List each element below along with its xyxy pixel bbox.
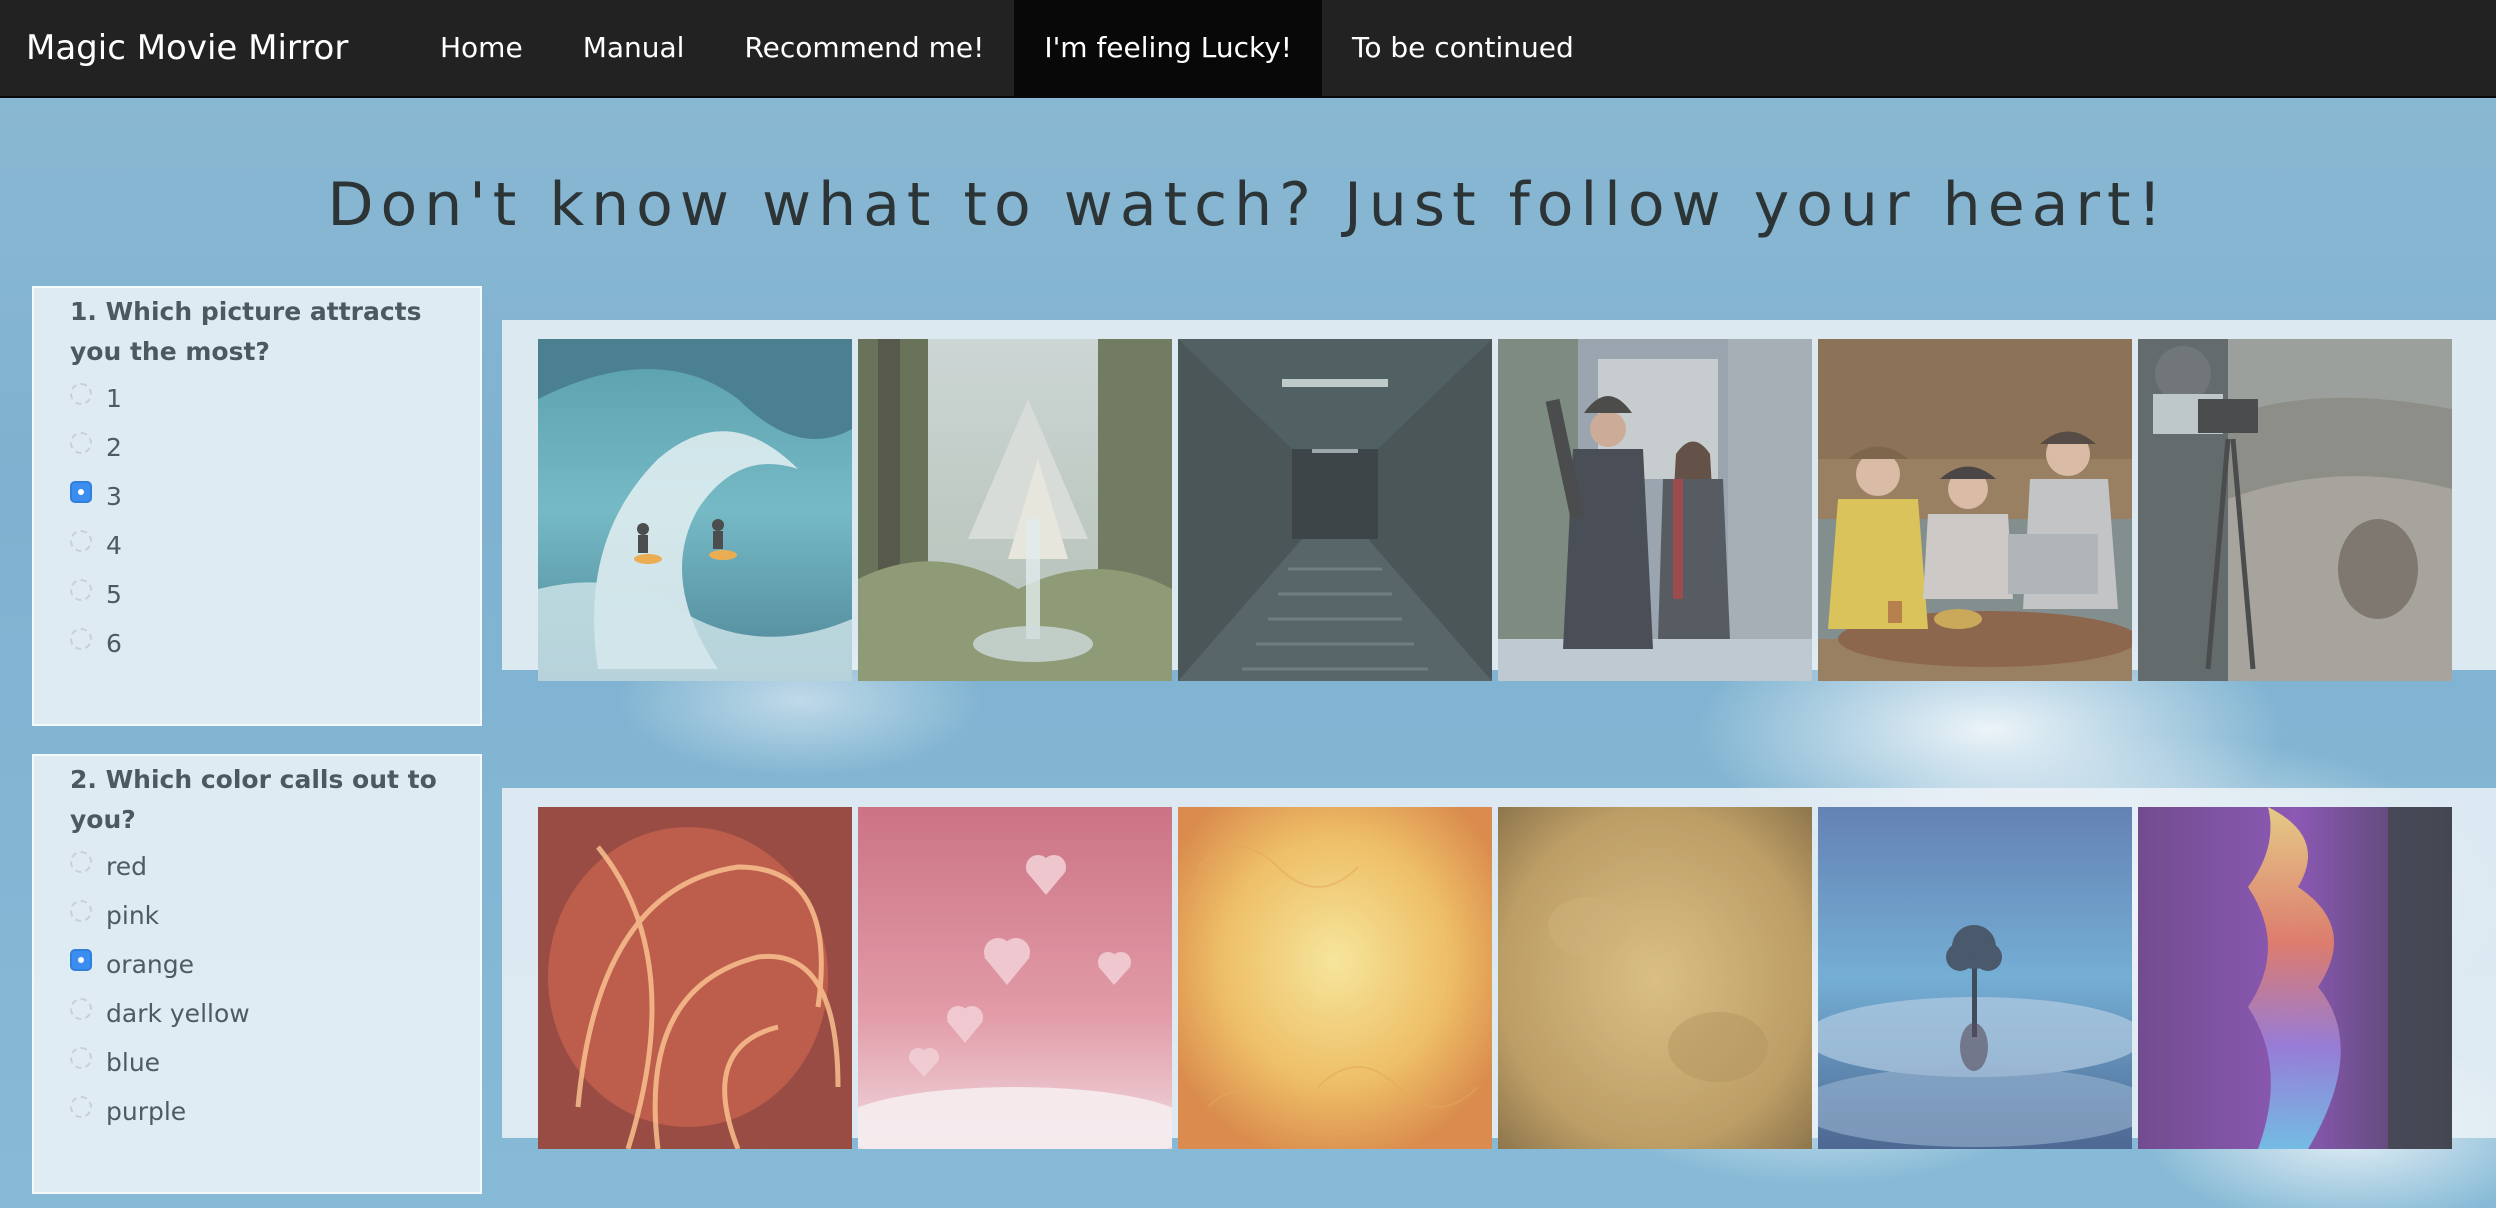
- image-veil: [1498, 339, 1812, 681]
- radio-icon[interactable]: [70, 382, 92, 405]
- question-2-title: 2. Which color calls out to you?: [70, 765, 437, 834]
- radio-checked-icon[interactable]: [70, 480, 92, 503]
- image-veil: [1818, 807, 2132, 1149]
- radio-icon[interactable]: [70, 578, 92, 601]
- color-option-pink-image[interactable]: [858, 807, 1172, 1149]
- q1-option-2[interactable]: 2: [70, 423, 444, 472]
- image-veil: [1178, 807, 1492, 1149]
- question-1-panel: 1. Which picture attracts you the most? …: [32, 286, 482, 726]
- q2-option-purple[interactable]: purple: [70, 1087, 444, 1136]
- top-navbar: Magic Movie Mirror Home Manual Recommend…: [0, 0, 2496, 98]
- q2-option-blue[interactable]: blue: [70, 1038, 444, 1087]
- option-label: pink: [106, 901, 160, 930]
- option-label: purple: [106, 1097, 187, 1126]
- radio-icon[interactable]: [70, 1095, 92, 1118]
- image-veil: [1178, 339, 1492, 681]
- image-veil: [2138, 339, 2452, 681]
- radio-icon[interactable]: [70, 431, 92, 454]
- brand-title[interactable]: Magic Movie Mirror: [0, 28, 390, 68]
- q1-option-3[interactable]: 3: [70, 472, 444, 521]
- option-label: blue: [106, 1048, 161, 1077]
- nav-manual[interactable]: Manual: [553, 0, 715, 96]
- option-label: red: [106, 852, 147, 881]
- radio-icon[interactable]: [70, 529, 92, 552]
- page-headline: Don't know what to watch? Just follow yo…: [327, 170, 2169, 240]
- q1-option-6[interactable]: 6: [70, 619, 444, 668]
- question-2-panel: 2. Which color calls out to you? red pin…: [32, 754, 482, 1194]
- color-option-purple-image[interactable]: [2138, 807, 2452, 1149]
- q2-option-dark-yellow[interactable]: dark yellow: [70, 989, 444, 1038]
- option-label: 5: [106, 580, 122, 609]
- radio-icon[interactable]: [70, 899, 92, 922]
- option-label: 6: [106, 629, 122, 658]
- option-label: 1: [106, 384, 122, 413]
- q1-option-5[interactable]: 5: [70, 570, 444, 619]
- picture-option-2-forest-image[interactable]: [858, 339, 1172, 681]
- image-veil: [2138, 807, 2452, 1149]
- option-label: 2: [106, 433, 122, 462]
- radio-icon[interactable]: [70, 850, 92, 873]
- image-veil: [1818, 339, 2132, 681]
- question-1-title: 1. Which picture attracts you the most?: [70, 297, 422, 366]
- image-veil: [858, 339, 1172, 681]
- question-2-image-strip: [502, 788, 2496, 1149]
- q1-option-1[interactable]: 1: [70, 374, 444, 423]
- option-label: 4: [106, 531, 122, 560]
- question-1-image-strip: [502, 320, 2496, 681]
- q2-option-red[interactable]: red: [70, 842, 444, 891]
- image-veil: [858, 807, 1172, 1149]
- option-label: dark yellow: [106, 999, 250, 1028]
- nav-feeling-lucky[interactable]: I'm feeling Lucky!: [1014, 0, 1322, 96]
- nav-menu: Home Manual Recommend me! I'm feeling Lu…: [410, 0, 1604, 96]
- nav-to-be-continued[interactable]: To be continued: [1322, 0, 1604, 96]
- q1-option-4[interactable]: 4: [70, 521, 444, 570]
- picture-option-1-surfers-image[interactable]: [538, 339, 852, 681]
- picture-option-3-corridor-image[interactable]: [1178, 339, 1492, 681]
- option-label: 3: [106, 482, 122, 511]
- picture-option-4-couple-image[interactable]: [1498, 339, 1812, 681]
- radio-icon[interactable]: [70, 627, 92, 650]
- q2-option-orange[interactable]: orange: [70, 940, 444, 989]
- radio-icon[interactable]: [70, 1046, 92, 1069]
- color-option-dark-yellow-image[interactable]: [1498, 807, 1812, 1149]
- image-veil: [538, 807, 852, 1149]
- image-veil: [538, 339, 852, 681]
- option-label: orange: [106, 950, 194, 979]
- nav-home[interactable]: Home: [410, 0, 553, 96]
- radio-icon[interactable]: [70, 997, 92, 1020]
- nav-recommend-me[interactable]: Recommend me!: [714, 0, 1014, 96]
- color-option-red-image[interactable]: [538, 807, 852, 1149]
- radio-checked-icon[interactable]: [70, 948, 92, 971]
- picture-option-5-friends-image[interactable]: [1818, 339, 2132, 681]
- q2-option-pink[interactable]: pink: [70, 891, 444, 940]
- image-veil: [1498, 807, 1812, 1149]
- picture-option-6-cameraman-image[interactable]: [2138, 339, 2452, 681]
- color-option-blue-image[interactable]: [1818, 807, 2132, 1149]
- color-option-orange-image[interactable]: [1178, 807, 1492, 1149]
